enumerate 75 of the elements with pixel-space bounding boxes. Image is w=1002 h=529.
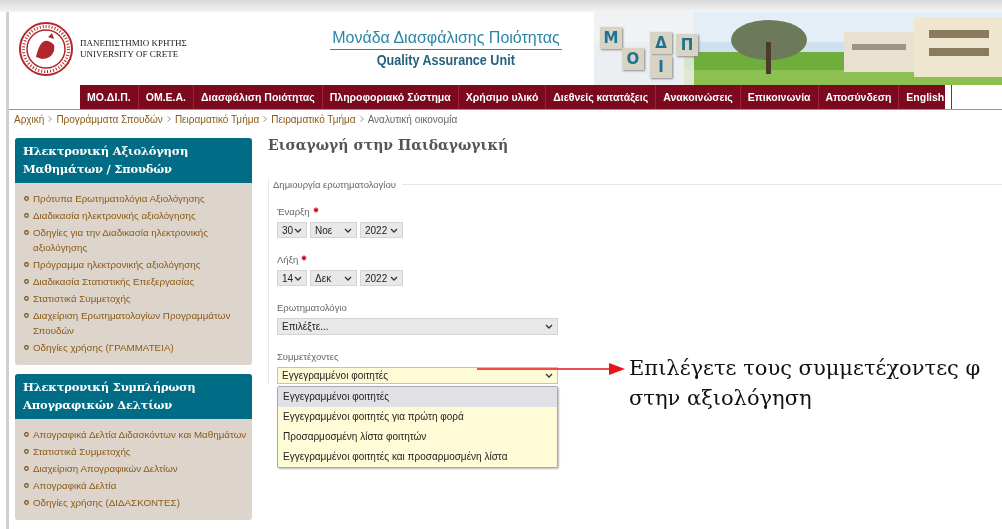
year-select[interactable]: 2022 — [360, 222, 403, 238]
caret-icon — [294, 275, 302, 281]
bullet-icon — [24, 279, 29, 284]
caret-icon — [294, 227, 302, 233]
fieldset-legend: Δημιουργία ερωτηματολογίου — [269, 179, 396, 190]
logo-tile: Ι — [650, 56, 672, 78]
bullet-icon — [24, 449, 29, 454]
bullet-icon — [24, 296, 29, 301]
dropdown-option[interactable]: Εγγεγραμμένοι φοιτητές και προσαρμοσμένη λίστα — [278, 447, 557, 467]
caret-icon — [390, 227, 398, 233]
bullet-icon — [24, 432, 29, 437]
breadcrumb-link[interactable]: Πειραματικό Τμήμα — [174, 113, 260, 125]
caret-icon — [390, 275, 398, 281]
field-label: Συμμετέχοντες — [277, 351, 339, 362]
sidebar-link[interactable]: Απογραφικά Δελτία — [33, 478, 117, 493]
caret-icon — [344, 275, 352, 281]
sidebar-link[interactable]: Στατιστικά Συμμετοχής — [33, 444, 131, 459]
sidebar-link[interactable]: Διαδικασία ηλεκτρονικής αξιολόγησης — [33, 208, 196, 223]
field-label: Λήξη — [277, 254, 299, 265]
month-select[interactable]: Δεκ — [310, 270, 357, 286]
caret-icon — [545, 373, 553, 378]
bullet-icon — [24, 500, 29, 505]
breadcrumb-link[interactable]: Πειραματικό Τμήμα — [271, 113, 356, 125]
unit-title: Μονάδα Διασφάλισης Ποιότητας — [330, 29, 562, 50]
sidebar-link[interactable]: Οδηγίες για την Διαδικασία ηλεκτρονικής αξιολόγησης — [33, 225, 252, 255]
annotation-text: Επιλέγετε τους συμμετέχοντες φ στην αξιολόγηση — [629, 355, 981, 412]
chevron-icon — [47, 115, 54, 123]
field-label: Ερωτηματολόγιο — [277, 302, 347, 313]
breadcrumb-link[interactable]: Αρχική — [14, 113, 45, 125]
sidebar-link[interactable]: Οδηγίες χρήσης (ΔΙΔΑΣΚΟΝΤΕΣ) — [33, 495, 180, 510]
panel-title: Ηλεκτρονική Συμπλήρωση Απογραφικών Δελτίων — [15, 374, 252, 419]
bullet-icon — [24, 213, 29, 218]
year-select[interactable]: 2022 — [360, 270, 403, 286]
arrow-icon — [477, 363, 625, 375]
logo-tile: Μ — [600, 27, 622, 49]
sidebar-link[interactable]: Στατιστικά Συμμετοχής — [33, 291, 131, 306]
emblem-icon — [18, 20, 74, 77]
university-name: ΠΑΝΕΠΙΣΤΗΜΙΟ ΚΡΗΤΗΣ — [80, 37, 187, 49]
chevron-icon — [165, 115, 172, 123]
breadcrumb-link[interactable]: Προγράμματα Σπουδών — [56, 113, 163, 125]
day-select[interactable]: 14 — [277, 270, 307, 286]
chevron-icon — [358, 115, 365, 123]
participants-select[interactable]: Εγγεγραμμένοι φοιτητές — [277, 367, 558, 384]
field-label: Έναρξη — [277, 206, 310, 217]
breadcrumb-link[interactable]: Αναλυτική οικονομία — [367, 113, 458, 125]
sidebar-link[interactable]: Πρόγραμμα ηλεκτρονικής αξιολόγησης — [33, 257, 201, 272]
bullet-icon — [24, 230, 29, 235]
questionnaire-select[interactable]: Επιλέξτε... — [277, 318, 558, 335]
day-select[interactable]: 30 — [277, 222, 307, 238]
bullet-icon — [24, 313, 29, 318]
sidebar-link[interactable]: Απογραφικά Δελτία Διδασκόντων και Μαθημάτων — [33, 427, 247, 442]
caret-icon — [545, 324, 553, 329]
bullet-icon — [24, 345, 29, 350]
dropdown-option[interactable]: Προσαρμοσμένη λίστα φοιτητών — [278, 427, 557, 447]
bullet-icon — [24, 483, 29, 488]
bullet-icon — [24, 262, 29, 267]
sidebar-link[interactable]: Διαχείριση Απογραφικών Δελτίων — [33, 461, 178, 476]
university-name: UNIVERSITY OF CRETE — [80, 48, 180, 60]
page-title: Εισαγωγή στην Παιδαγωγική — [268, 137, 510, 153]
unit-subtitle: Quality Assurance Unit — [376, 51, 516, 68]
logo-tile: Ο — [622, 48, 644, 70]
chevron-icon — [262, 115, 269, 123]
sidebar-link[interactable]: Διαδικασία Στατιστικής Επεξεργασίας — [33, 274, 195, 289]
logo-tile: Δ — [650, 32, 672, 54]
sidebar-link[interactable]: Οδηγίες χρήσης (ΓΡΑΜΜΑΤΕΙΑ) — [33, 340, 174, 355]
dropdown-option[interactable]: Εγγεγραμμένοι φοιτητές για πρώτη φορά — [278, 407, 557, 427]
sidebar-link[interactable]: Διαχείριση Ερωτηματολογίων Προγραμμάτων Σπουδών — [33, 308, 252, 338]
bullet-icon — [24, 196, 29, 201]
bullet-icon — [24, 466, 29, 471]
dropdown-option[interactable]: Εγγεγραμμένοι φοιτητές — [278, 387, 557, 407]
month-select[interactable]: Νοε — [310, 222, 357, 238]
panel-title: Ηλεκτρονική Αξιολόγηση Μαθημάτων / Σπουδών — [15, 138, 252, 183]
sidebar-link[interactable]: Πρότυπα Ερωτηματολόγια Αξιολόγησης — [33, 191, 205, 206]
logo-tile: Π — [676, 34, 698, 56]
caret-icon — [344, 227, 352, 233]
